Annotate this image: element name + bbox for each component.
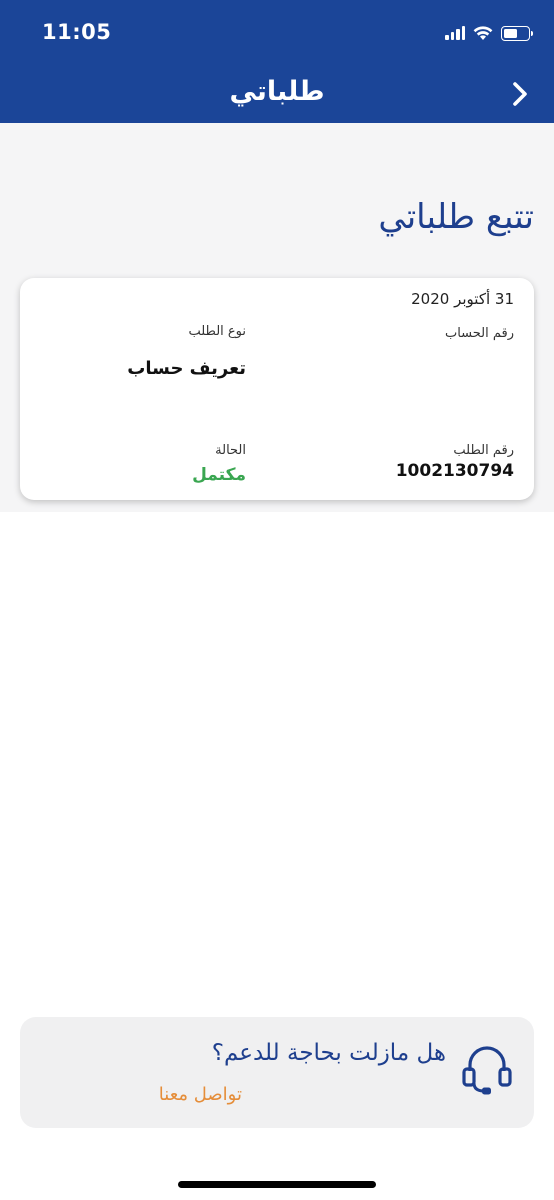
contact-us-link[interactable]: تواصل معنا [159, 1084, 242, 1105]
support-box: هل مازلت بحاجة للدعم؟ تواصل معنا [20, 1017, 534, 1128]
home-indicator [178, 1181, 376, 1188]
status-time: 11:05 [42, 20, 112, 44]
order-number-label: رقم الطلب [453, 443, 514, 458]
cellular-signal-icon [445, 26, 465, 40]
status-label: الحالة [215, 443, 246, 458]
page-title: تتبع طلباتي [378, 197, 534, 237]
support-question: هل مازلت بحاجة للدعم؟ [211, 1040, 446, 1066]
status-value: مكتمل [192, 465, 246, 485]
header-title: طلباتي [229, 76, 325, 107]
order-number-value: 1002130794 [395, 461, 514, 481]
account-number-label: رقم الحساب [444, 326, 514, 341]
app-header: 11:05 طلباتي [0, 0, 554, 123]
order-type-value: تعريف حساب [127, 358, 246, 379]
chevron-right-icon [513, 82, 527, 106]
order-card[interactable]: 31 أكتوبر 2020 رقم الحساب نوع الطلب تعري… [20, 278, 534, 500]
order-type-label: نوع الطلب [188, 324, 246, 339]
status-icons [445, 22, 533, 44]
headset-icon [462, 1046, 512, 1095]
battery-icon [501, 25, 533, 41]
wifi-icon [473, 25, 493, 40]
order-date: 31 أكتوبر 2020 [411, 290, 514, 308]
orders-section: تتبع طلباتي 31 أكتوبر 2020 رقم الحساب نو… [0, 123, 554, 512]
back-button[interactable] [506, 78, 534, 110]
